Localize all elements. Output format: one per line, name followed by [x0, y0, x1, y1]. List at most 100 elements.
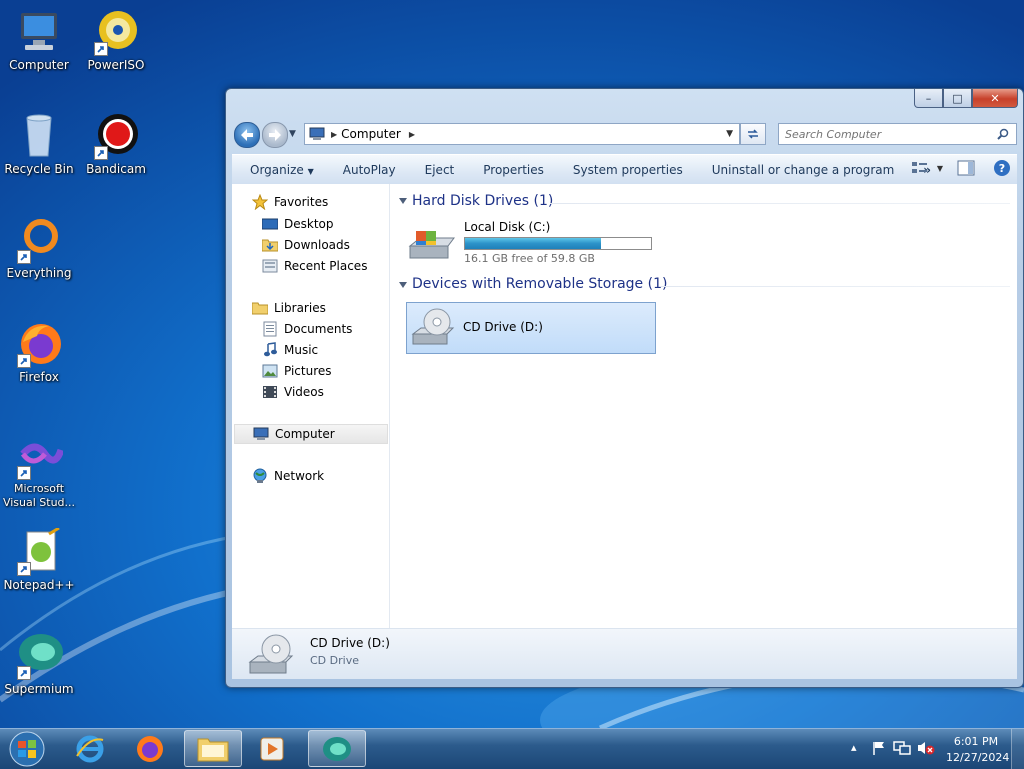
minimize-button[interactable]: – [914, 89, 943, 108]
cd-drive-icon [411, 308, 455, 345]
shortcut-arrow-icon [17, 250, 31, 264]
desktop-icon-recycle-bin[interactable]: Recycle Bin [1, 112, 77, 177]
breadcrumb-chevron-icon: ▶ [408, 129, 415, 139]
desktop-icon-label: Everything [6, 266, 72, 280]
autoplay-button[interactable]: AutoPlay [343, 163, 396, 177]
taskbar-media-player[interactable] [244, 730, 300, 767]
hard-drive-icon [408, 231, 455, 259]
preview-pane-icon[interactable] [957, 160, 975, 176]
clock-date: 12/27/2024 [946, 751, 1010, 764]
desktop-icon-label: Supermium [4, 682, 74, 696]
show-hidden-icons-button[interactable]: ▴ [851, 741, 857, 754]
show-desktop-button[interactable] [1011, 729, 1024, 769]
shortcut-arrow-icon [17, 354, 31, 368]
nav-item-music[interactable]: Music [262, 340, 318, 360]
network-status-icon[interactable] [893, 740, 911, 756]
nav-item-downloads[interactable]: Downloads [262, 235, 350, 255]
recent-pages-dropdown[interactable]: ▼ [289, 129, 296, 139]
maximize-button[interactable]: □ [943, 89, 972, 108]
desktop-icon-label: Computer [9, 58, 69, 72]
nav-item-computer[interactable]: Computer [234, 424, 388, 444]
back-button[interactable] [234, 122, 260, 148]
taskbar-internet-explorer[interactable] [62, 730, 118, 767]
supermium-icon [323, 736, 351, 761]
organize-button[interactable]: Organize ▼ [250, 163, 314, 177]
nav-item-documents[interactable]: Documents [262, 319, 352, 339]
nav-item-desktop[interactable]: Desktop [262, 214, 334, 234]
nav-item-network[interactable]: Network [252, 466, 324, 486]
nav-label: Pictures [284, 364, 332, 378]
taskbar-clock[interactable]: 6:01 PM 12/27/2024 [946, 734, 1010, 766]
volume-muted-icon[interactable] [917, 740, 935, 756]
search-input[interactable] [783, 126, 997, 142]
close-button[interactable]: ✕ [972, 89, 1018, 108]
desktop-icon-computer[interactable]: Computer [1, 8, 77, 73]
nav-item-pictures[interactable]: Pictures [262, 361, 332, 381]
drive-local-disk-c[interactable]: Local Disk (C:) 16.1 GB free of 59.8 GB [408, 220, 658, 268]
desktop-icon-supermium[interactable]: Supermium [1, 632, 77, 697]
nav-label: Network [274, 469, 325, 483]
desktop-icon-label: Bandicam [86, 162, 146, 176]
system-properties-button[interactable]: System properties [573, 163, 683, 177]
action-center-flag-icon[interactable] [871, 740, 887, 756]
media-player-icon [260, 737, 284, 760]
desktop-icon-notepad-plus-plus[interactable]: Notepad++ [1, 526, 77, 593]
nav-item-videos[interactable]: Videos [262, 382, 324, 402]
desktop-folder-icon [262, 216, 278, 232]
start-button[interactable] [0, 730, 54, 767]
nav-item-libraries[interactable]: Libraries [252, 298, 326, 318]
music-icon [262, 342, 278, 358]
search-icon[interactable] [997, 128, 1009, 140]
network-icon [252, 468, 268, 484]
taskbar-firefox[interactable] [122, 730, 178, 767]
shortcut-arrow-icon [17, 666, 31, 680]
refresh-icon [748, 129, 758, 139]
nav-label: Downloads [284, 238, 350, 252]
everything-icon [15, 216, 63, 264]
navigation-pane: Favorites Desktop Downloads Recent Place… [232, 184, 390, 628]
nav-label: Recent Places [284, 259, 368, 273]
poweriso-icon [92, 8, 140, 56]
view-dropdown-icon[interactable]: ▼ [937, 164, 943, 173]
refresh-button[interactable] [740, 123, 766, 145]
uninstall-program-button[interactable]: Uninstall or change a program [712, 163, 895, 177]
taskbar-windows-explorer[interactable] [184, 730, 242, 767]
downloads-folder-icon [262, 237, 278, 253]
nav-item-recent-places[interactable]: Recent Places [262, 256, 367, 276]
nav-label: Computer [275, 427, 335, 441]
search-box[interactable] [778, 123, 1017, 145]
computer-small-icon [309, 127, 325, 140]
arrow-left-icon [241, 129, 253, 141]
group-header-hard-disk[interactable]: Hard Disk Drives (1) [412, 193, 553, 209]
drive-d-name: CD Drive (D:) [463, 320, 543, 334]
desktop-icon-everything[interactable]: Everything [1, 216, 77, 281]
supermium-icon [15, 632, 63, 680]
group-header-removable[interactable]: Devices with Removable Storage (1) [412, 276, 667, 292]
nav-item-favorites[interactable]: Favorites [252, 192, 328, 212]
desktop-icon-visual-studio[interactable]: Microsoft Visual Stud... [1, 432, 77, 510]
desktop-icon-poweriso[interactable]: PowerISO [78, 8, 154, 73]
taskbar-supermium[interactable] [308, 730, 366, 767]
windows-logo-icon [9, 731, 45, 766]
drive-cd-d[interactable]: CD Drive (D:) [406, 302, 656, 354]
breadcrumb-chevron-icon: ▶ [331, 129, 338, 139]
address-dropdown-icon[interactable]: ▼ [726, 129, 733, 139]
desktop-icon-firefox[interactable]: Firefox [1, 320, 77, 385]
collapse-triangle-icon[interactable] [399, 282, 407, 288]
eject-button[interactable]: Eject [425, 163, 455, 177]
desktop-icon-bandicam[interactable]: Bandicam [78, 112, 154, 177]
change-view-icon[interactable] [911, 161, 929, 175]
details-title: CD Drive (D:) [310, 636, 390, 650]
notepad-plus-plus-icon [15, 526, 63, 576]
address-bar[interactable]: ▶ Computer ▶ ▼ [304, 123, 740, 145]
firefox-icon [15, 320, 63, 368]
help-icon[interactable]: ? [993, 159, 1011, 177]
address-path[interactable]: Computer [341, 127, 401, 141]
cd-drive-icon [248, 634, 294, 674]
collapse-triangle-icon[interactable] [399, 198, 407, 204]
properties-button[interactable]: Properties [483, 163, 544, 177]
group-divider [660, 286, 1010, 287]
navigation-bar: ▼ ▶ Computer ▶ ▼ [234, 121, 1017, 148]
forward-button[interactable] [262, 122, 288, 148]
system-tray: ▴ 6:01 PM 12/27/2024 [839, 729, 1024, 769]
